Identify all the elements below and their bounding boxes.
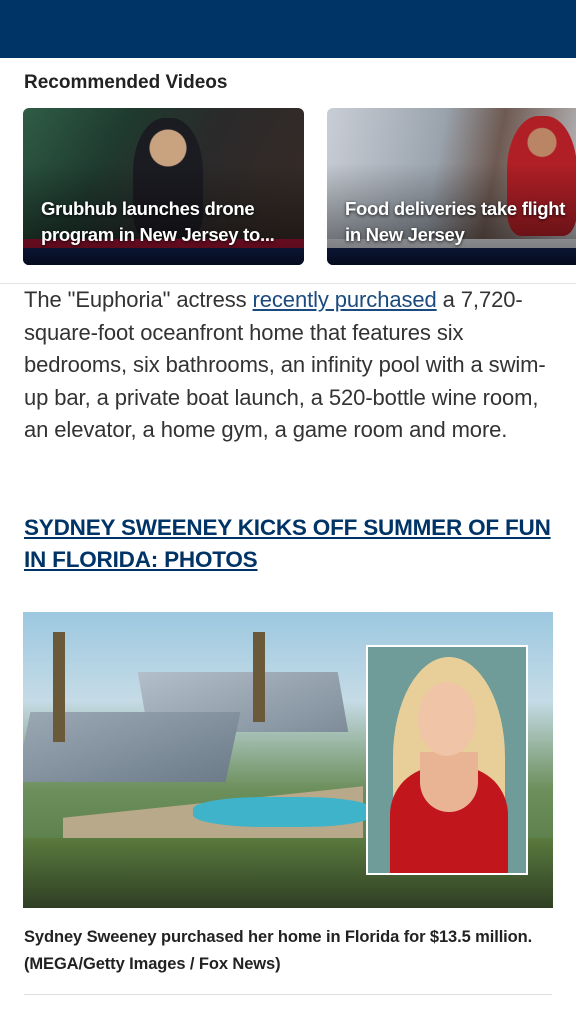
video-card-grubhub[interactable]: Grubhub launches drone program in New Je… xyxy=(23,108,304,265)
recommended-videos: Recommended Videos Grubhub launches dron… xyxy=(0,58,576,284)
recently-purchased-link[interactable]: recently purchased xyxy=(253,287,437,312)
article-paragraph: The "Euphoria" actress recently purchase… xyxy=(24,287,546,442)
video-title: Food deliveries take flight in New Jerse… xyxy=(345,198,566,245)
article-image[interactable] xyxy=(23,612,553,908)
site-header-bar xyxy=(0,0,576,58)
pool-graphic xyxy=(193,797,373,827)
portrait-inset xyxy=(366,645,528,875)
recommended-videos-title: Recommended Videos xyxy=(24,72,228,93)
image-caption: Sydney Sweeney purchased her home in Flo… xyxy=(24,928,533,973)
divider xyxy=(24,994,552,995)
video-card-food-deliveries[interactable]: Food deliveries take flight in New Jerse… xyxy=(327,108,576,265)
video-title: Grubhub launches drone program in New Je… xyxy=(41,198,275,245)
related-article-headline-link[interactable]: SYDNEY SWEENEY KICKS OFF SUMMER OF FUN I… xyxy=(24,512,552,576)
